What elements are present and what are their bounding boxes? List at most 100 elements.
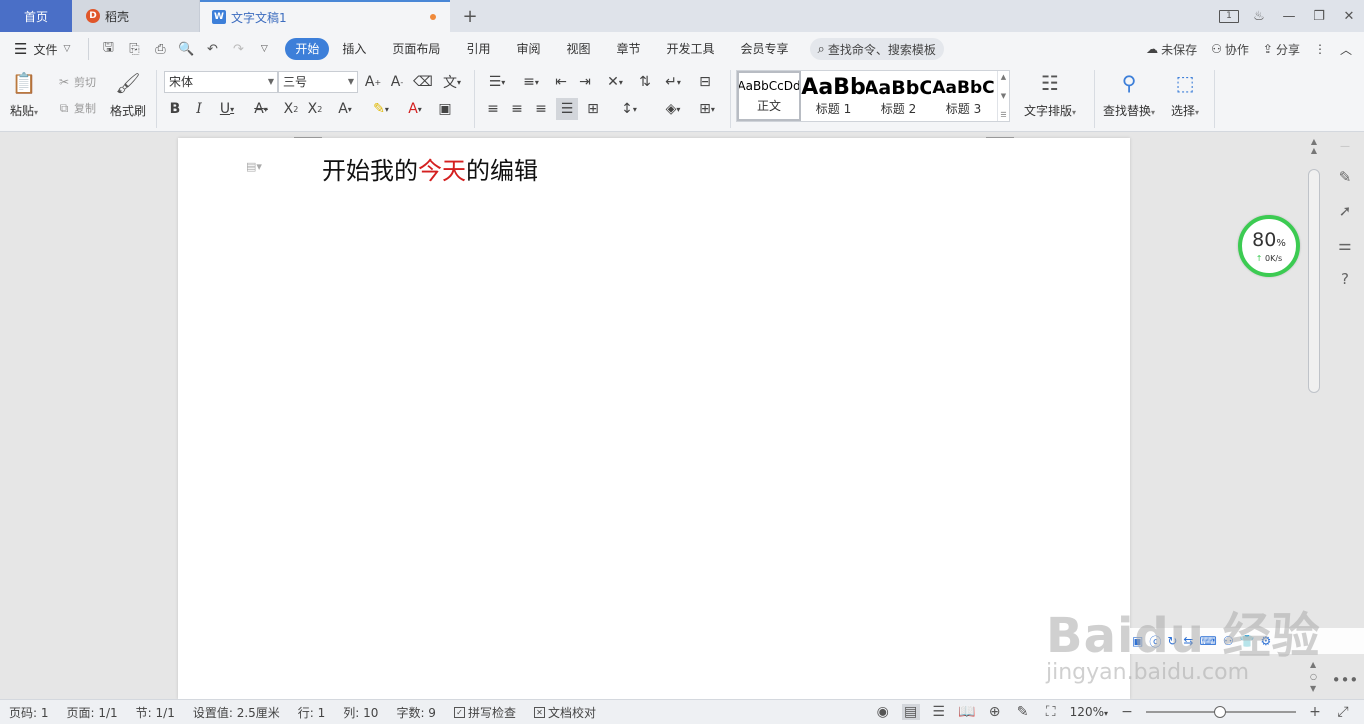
ime-settings-icon[interactable]: ⚙ [1261, 634, 1272, 648]
outline-view-icon[interactable]: ☰ [930, 704, 948, 720]
style-heading-2[interactable]: AaBbC 标题 2 [866, 71, 931, 121]
tab-developer[interactable]: 开发工具 [654, 38, 728, 60]
tab-section[interactable]: 章节 [603, 38, 653, 60]
chevron-down-icon[interactable]: ▼ [1001, 92, 1006, 100]
fullscreen-icon[interactable]: ⤢ [1334, 704, 1352, 720]
line-spacing-button[interactable]: ↕ ▾ [614, 98, 644, 120]
pen-icon[interactable]: ✎ [1339, 168, 1352, 186]
cut-button[interactable]: ✂ 剪切 [56, 74, 96, 90]
pointer-icon[interactable]: ➚ [1339, 202, 1352, 220]
document-page[interactable] [178, 138, 1130, 699]
print-preview-icon[interactable]: 🔍 [175, 42, 197, 57]
ime-logo-icon[interactable]: ▣ [1132, 634, 1143, 648]
skin-icon[interactable]: ♨ [1244, 0, 1274, 32]
ime-user-icon[interactable]: ⚇ [1223, 634, 1234, 648]
paste-button[interactable]: 📋 粘贴▾ [10, 70, 38, 119]
style-heading-3[interactable]: AaBbC 标题 3 [931, 71, 996, 121]
text-layout-button[interactable]: ☷ 文字排版▾ [1024, 70, 1076, 119]
bold-button[interactable]: B [164, 98, 186, 120]
underline-button[interactable]: U ▾ [212, 98, 242, 120]
share-button[interactable]: ⇪ 分享 [1263, 41, 1300, 58]
window-switch-button[interactable]: 1 [1214, 0, 1244, 32]
save-icon[interactable]: 🖫 [97, 38, 119, 60]
file-menu-button[interactable]: ☰ 文件 ▽ [0, 40, 84, 58]
zoom-in-button[interactable]: + [1306, 704, 1324, 720]
chevron-up-icon[interactable]: ▲ [1001, 73, 1006, 81]
vertical-scrollbar[interactable]: ▲ ▲ ▲ ○ ▼ [1306, 133, 1322, 699]
ime-skin-icon[interactable]: 👕 [1240, 634, 1255, 648]
paragraph-handle-icon[interactable]: ▤▾ [246, 160, 262, 173]
next-page-icon[interactable]: ▼ [1310, 684, 1316, 693]
ime-mode-icon[interactable]: ⓒ [1149, 633, 1161, 650]
status-page-number[interactable]: 页码: 1 [0, 704, 58, 721]
tab-insert[interactable]: 插入 [329, 38, 379, 60]
zoom-slider[interactable] [1146, 706, 1296, 718]
web-view-icon[interactable]: ⊕ [986, 704, 1004, 720]
reading-view-icon[interactable]: 📖 [958, 704, 976, 720]
more-options-icon[interactable]: ⋮ [1314, 42, 1326, 56]
spell-check-toggle[interactable]: ✓ 拼写检查 [445, 704, 525, 721]
numbering-button[interactable]: ≡ ▾ [516, 71, 546, 93]
minimize-button[interactable]: — [1274, 0, 1304, 32]
table-tools-icon[interactable]: ⊟ [694, 71, 716, 93]
status-setting[interactable]: 设置值: 2.5厘米 [184, 704, 289, 721]
zoom-slider-knob[interactable] [1214, 706, 1226, 718]
tab-review[interactable]: 审阅 [503, 38, 553, 60]
phonetic-guide-icon[interactable]: 文 ▾ [438, 71, 466, 93]
highlight-color-button[interactable]: ✎ ▾ [366, 98, 396, 120]
chinese-layout-button[interactable]: ✕ ▾ [600, 71, 630, 93]
align-right-icon[interactable]: ≡ [530, 98, 552, 120]
styles-scroll[interactable]: ▲ ▼ ☰ [997, 71, 1009, 121]
ime-punct-icon[interactable]: ⇆ [1183, 634, 1193, 648]
customize-qa-icon[interactable]: ▽ [253, 44, 275, 54]
tab-references[interactable]: 引用 [453, 38, 503, 60]
status-pages[interactable]: 页面: 1/1 [58, 704, 127, 721]
unsaved-cloud-button[interactable]: ☁ 未保存 [1146, 41, 1197, 58]
find-replace-button[interactable]: ⚲ 查找替换▾ [1103, 70, 1155, 119]
scroll-up-icon[interactable]: ▲ [1306, 137, 1322, 146]
collaborate-button[interactable]: ⚇ 协作 [1211, 41, 1249, 58]
prev-page-icon[interactable]: ▲ [1310, 660, 1316, 669]
shrink-font-icon[interactable]: A- [386, 71, 408, 93]
restore-button[interactable]: ❐ [1304, 0, 1334, 32]
collapse-ribbon-icon[interactable]: ︿ [1340, 41, 1352, 58]
increase-indent-icon[interactable]: ⇥ [574, 71, 596, 93]
grow-font-icon[interactable]: A + [362, 71, 384, 93]
font-color-button[interactable]: A ▾ [400, 98, 430, 120]
align-justify-icon[interactable]: ☰ [556, 98, 578, 120]
italic-button[interactable]: I [188, 98, 210, 120]
command-search-input[interactable]: ⌕ 查找命令、搜索模板 [809, 38, 944, 60]
select-button[interactable]: ⬚ 选择▾ [1171, 70, 1199, 119]
superscript-button[interactable]: X2 [280, 98, 302, 120]
status-section[interactable]: 节: 1/1 [127, 704, 184, 721]
style-normal[interactable]: AaBbCcDd 正文 [737, 71, 801, 121]
format-painter-button[interactable]: 🖌 格式刷 [110, 70, 146, 119]
select-browse-icon[interactable]: ○ [1310, 672, 1317, 681]
scroll-up-icon[interactable]: ▲ [1306, 146, 1322, 155]
shading-button[interactable]: ◈ ▾ [658, 98, 688, 120]
font-size-select[interactable]: 三号 ▼ [278, 71, 358, 93]
tab-document[interactable]: W 文字文稿1 [200, 0, 450, 32]
scrollbar-thumb[interactable] [1308, 169, 1320, 393]
fit-page-icon[interactable]: ⛶ [1042, 704, 1060, 720]
font-name-select[interactable]: 宋体 ▼ [164, 71, 278, 93]
tab-member[interactable]: 会员专享 [728, 38, 802, 60]
help-icon[interactable]: ? [1341, 270, 1349, 288]
align-center-icon[interactable]: ≡ [506, 98, 528, 120]
more-dots-icon[interactable]: ••• [1332, 671, 1359, 689]
strikethrough-button[interactable]: A ▾ [246, 98, 276, 120]
bullets-button[interactable]: ☰ ▾ [482, 71, 512, 93]
doc-proof-button[interactable]: ✕ 文档校对 [525, 704, 605, 721]
distributed-align-icon[interactable]: ⊞ [582, 98, 604, 120]
tab-home[interactable]: 首页 [0, 0, 72, 32]
zoom-level-select[interactable]: 120%▾ [1070, 705, 1108, 719]
undo-icon[interactable]: ↶ [201, 42, 223, 57]
write-mode-icon[interactable]: ✎ [1014, 704, 1032, 720]
expand-styles-icon[interactable]: ☰ [1000, 111, 1006, 119]
status-row[interactable]: 行: 1 [289, 704, 335, 721]
page-view-icon[interactable]: ▤ [901, 704, 920, 720]
ime-keyboard-icon[interactable]: ⌨ [1199, 634, 1216, 648]
close-button[interactable]: ✕ [1334, 0, 1364, 32]
decrease-indent-icon[interactable]: ⇤ [550, 71, 572, 93]
status-col[interactable]: 列: 10 [334, 704, 387, 721]
